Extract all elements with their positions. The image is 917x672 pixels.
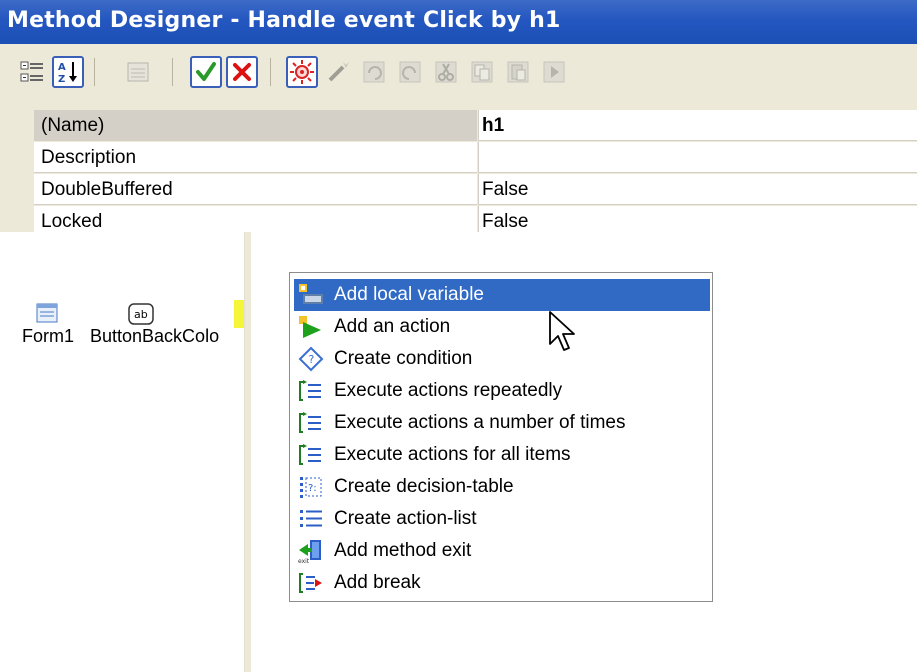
run-icon — [543, 61, 565, 83]
magic-wand-icon — [328, 62, 349, 82]
svg-text:exit: exit — [298, 558, 310, 564]
method-exit-icon: exit — [296, 537, 326, 565]
menu-item-create-decision-table[interactable]: ?: Create decision-table — [294, 471, 710, 503]
property-name: Description — [34, 142, 477, 173]
property-pages-button[interactable] — [122, 56, 154, 88]
property-value[interactable]: h1 — [478, 110, 917, 141]
redo-icon — [399, 61, 421, 83]
toolbar: A Z — [0, 44, 917, 110]
splitter[interactable] — [244, 232, 251, 672]
menu-item-label: Add break — [334, 572, 421, 593]
ok-check-icon — [196, 62, 216, 81]
menu-item-create-action-list[interactable]: Create action-list — [294, 503, 710, 535]
decision-table-icon: ?: — [296, 473, 326, 501]
loop-list-icon — [296, 441, 326, 469]
cut-icon — [435, 61, 457, 83]
property-pages-icon — [127, 62, 149, 82]
component-partial-icon[interactable] — [234, 300, 244, 328]
component-buttonbackcolo[interactable]: ab — [126, 302, 156, 326]
title-bar: Method Designer - Handle event Click by … — [0, 0, 917, 44]
svg-text:A: A — [58, 62, 66, 73]
property-value[interactable] — [478, 142, 917, 173]
copy-icon — [471, 61, 493, 83]
break-icon — [296, 569, 326, 597]
property-row-description[interactable]: Description — [0, 142, 917, 174]
property-row-locked[interactable]: Locked False — [0, 206, 917, 232]
menu-item-add-an-action[interactable]: Add an action — [294, 311, 710, 343]
menu-item-execute-for-all-items[interactable]: Execute actions for all items — [294, 439, 710, 471]
cancel-button[interactable] — [226, 56, 258, 88]
copy-button[interactable] — [466, 56, 498, 88]
ok-button[interactable] — [190, 56, 222, 88]
menu-item-label: Add method exit — [334, 540, 472, 561]
local-variable-icon — [296, 281, 326, 309]
debug-icon — [290, 60, 314, 84]
magic-wand-button[interactable] — [322, 56, 354, 88]
menu-item-label: Execute actions a number of times — [334, 412, 626, 433]
menu-item-add-local-variable[interactable]: Add local variable — [294, 279, 710, 311]
context-menu: Add local variable Add an action ? Creat… — [289, 272, 713, 602]
property-value[interactable]: False — [478, 206, 917, 232]
menu-item-create-condition[interactable]: ? Create condition — [294, 343, 710, 375]
menu-item-execute-repeatedly[interactable]: Execute actions repeatedly — [294, 375, 710, 407]
menu-item-label: Create decision-table — [334, 476, 514, 497]
loop-list-icon — [296, 377, 326, 405]
property-grid: (Name) h1 Description DoubleBuffered Fal… — [0, 110, 917, 232]
property-value[interactable]: False — [478, 174, 917, 205]
svg-text:?: ? — [309, 353, 315, 366]
paste-icon — [507, 61, 529, 83]
menu-item-label: Execute actions for all items — [334, 444, 571, 465]
redo-button[interactable] — [394, 56, 426, 88]
paste-button[interactable] — [502, 56, 534, 88]
component-form1[interactable] — [22, 302, 72, 324]
action-list-icon — [296, 505, 326, 533]
condition-diamond-icon: ? — [296, 345, 326, 373]
undo-icon — [363, 61, 385, 83]
menu-item-add-break[interactable]: Add break — [294, 567, 710, 599]
debug-button[interactable] — [286, 56, 318, 88]
cancel-x-icon — [233, 63, 251, 81]
cut-button[interactable] — [430, 56, 462, 88]
form-icon — [36, 303, 58, 323]
svg-text:?:: ?: — [308, 483, 317, 494]
undo-button[interactable] — [358, 56, 390, 88]
categorized-icon — [20, 61, 43, 82]
menu-item-execute-number-of-times[interactable]: Execute actions a number of times — [294, 407, 710, 439]
svg-text:ab: ab — [134, 308, 148, 321]
button-ab-icon: ab — [128, 303, 154, 325]
property-name: (Name) — [34, 110, 477, 141]
sort-alphabetical-button[interactable]: A Z — [52, 56, 84, 88]
svg-text:Z: Z — [58, 74, 65, 85]
window-title: Method Designer - Handle event Click by … — [7, 8, 561, 33]
property-row-doublebuffered[interactable]: DoubleBuffered False — [0, 174, 917, 206]
component-label: ButtonBackColo — [90, 326, 220, 346]
property-row-name[interactable]: (Name) h1 — [0, 110, 917, 142]
menu-item-label: Execute actions repeatedly — [334, 380, 563, 401]
menu-item-label: Add local variable — [334, 284, 484, 305]
menu-item-add-method-exit[interactable]: exit Add method exit — [294, 535, 710, 567]
menu-item-label: Create condition — [334, 348, 473, 369]
loop-list-icon — [296, 409, 326, 437]
component-label: Form1 — [21, 326, 74, 346]
menu-item-label: Create action-list — [334, 508, 477, 529]
mouse-cursor-icon — [549, 311, 575, 351]
property-name: Locked — [34, 206, 477, 232]
property-name: DoubleBuffered — [34, 174, 477, 205]
sort-alphabetical-icon: A Z — [58, 62, 77, 85]
menu-item-label: Add an action — [334, 316, 451, 337]
categorized-button[interactable] — [16, 56, 48, 88]
run-button[interactable] — [538, 56, 570, 88]
action-arrow-icon — [296, 313, 326, 341]
